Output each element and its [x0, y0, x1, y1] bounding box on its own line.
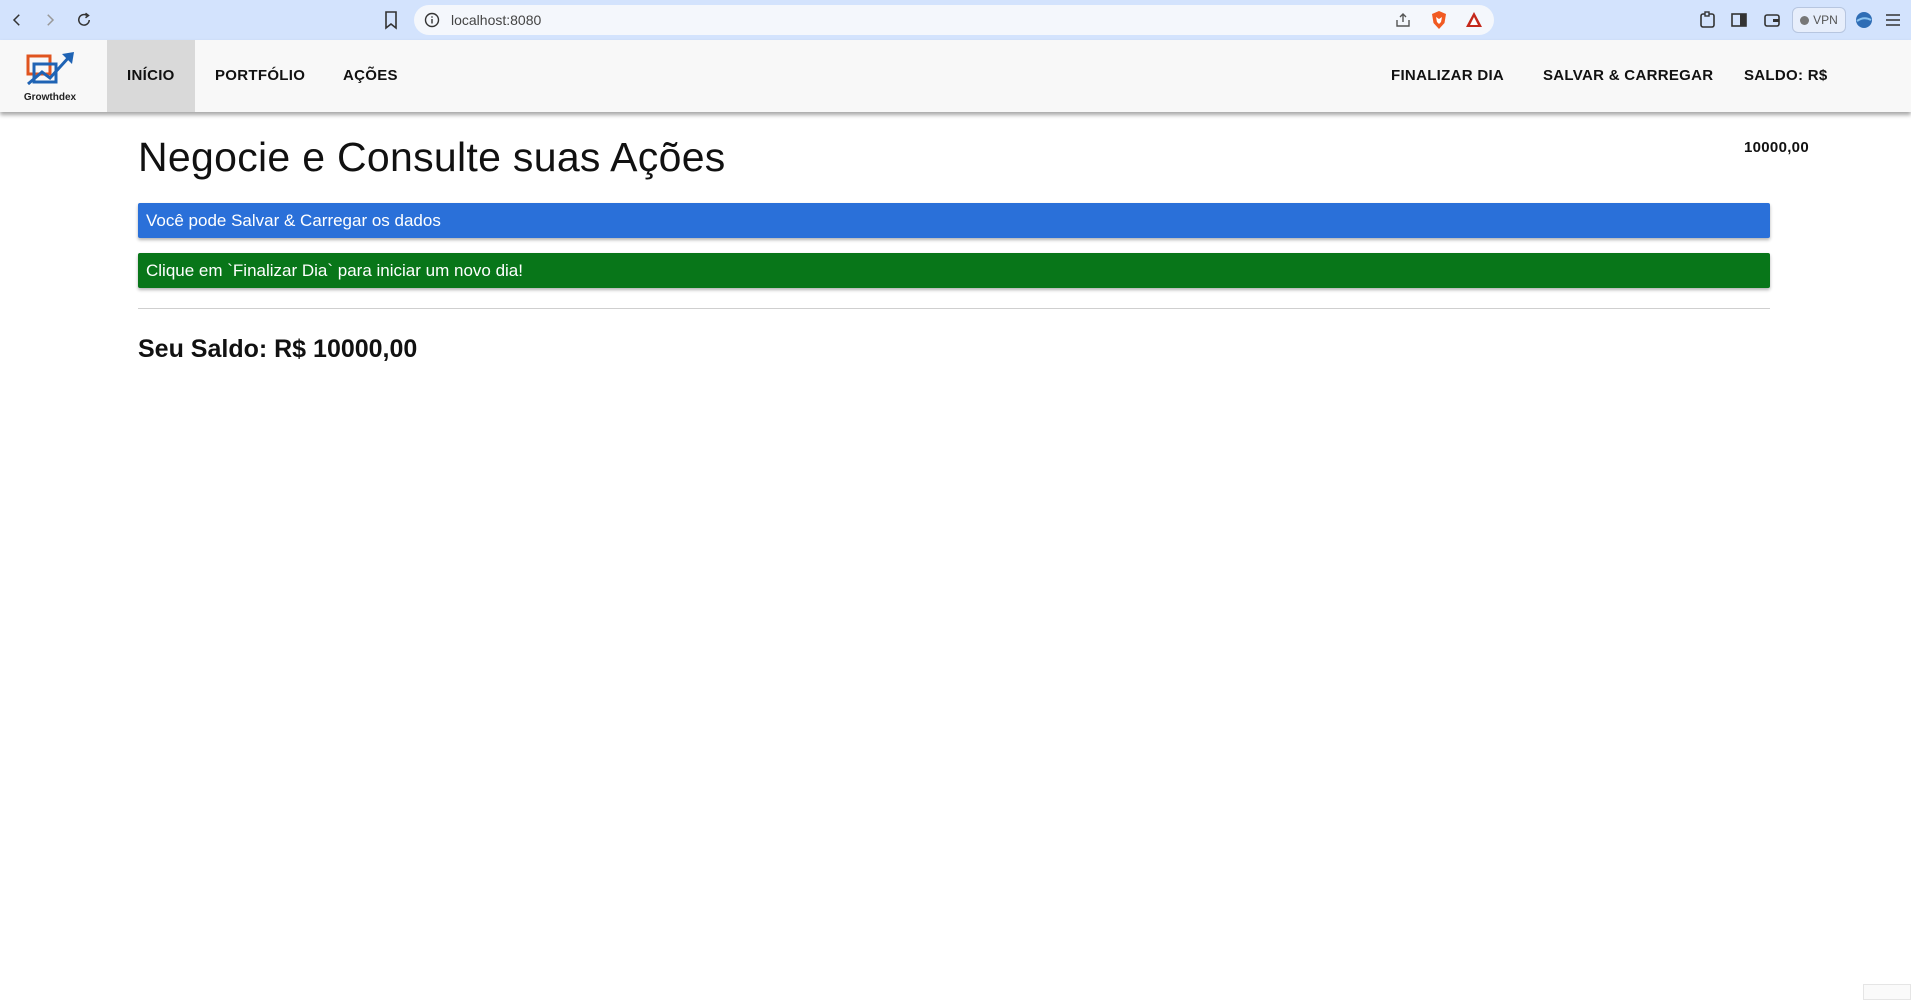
info-alert: Você pode Salvar & Carregar os dados	[138, 203, 1770, 238]
reload-button[interactable]	[72, 8, 96, 32]
logo-text: Growthdex	[23, 92, 77, 103]
vpn-button[interactable]: VPN	[1792, 7, 1846, 33]
app-navbar: Growthdex INÍCIO PORTFÓLIO AÇÕES FINALIZ…	[0, 40, 1911, 156]
nav-acoes[interactable]: AÇÕES	[323, 40, 418, 112]
nav-portfolio[interactable]: PORTFÓLIO	[195, 40, 325, 112]
corner-badge	[1863, 984, 1911, 1000]
growth-chart-logo-icon	[26, 52, 74, 86]
brave-shield-icon[interactable]	[1429, 10, 1449, 30]
back-button[interactable]	[5, 8, 29, 32]
nav-saldo[interactable]: SALDO: R$ 10000,00	[1724, 40, 1911, 156]
growthdex-logo[interactable]: Growthdex	[18, 48, 82, 108]
url-text: localhost:8080	[451, 12, 542, 28]
divider	[138, 308, 1770, 309]
info-icon[interactable]	[424, 12, 440, 28]
reload-icon	[78, 12, 90, 26]
forward-button[interactable]	[38, 8, 62, 32]
forward-icon	[47, 14, 55, 26]
balance-heading: Seu Saldo: R$ 10000,00	[138, 335, 418, 363]
nav-finalizar-dia[interactable]: FINALIZAR DIA	[1371, 40, 1524, 112]
main-content: Negocie e Consulte suas Ações Você pode …	[138, 112, 1770, 364]
address-bar[interactable]: localhost:8080	[414, 5, 1494, 35]
bookmark-button[interactable]	[382, 10, 400, 30]
browser-toolbar: localhost:8080 VPN	[0, 0, 1911, 40]
bookmark-icon	[385, 11, 397, 30]
menu-icon[interactable]	[1883, 10, 1903, 30]
share-icon[interactable]	[1394, 11, 1412, 29]
sidebar-icon[interactable]	[1729, 10, 1749, 30]
page-title: Negocie e Consulte suas Ações	[138, 134, 726, 180]
nav-salvar-carregar[interactable]: SALVAR & CARREGAR	[1523, 40, 1733, 112]
vpn-label: VPN	[1813, 13, 1838, 27]
vpn-status-dot	[1800, 15, 1810, 25]
success-alert: Clique em `Finalizar Dia` para iniciar u…	[138, 253, 1770, 288]
back-icon	[12, 14, 20, 26]
profile-icon[interactable]	[1854, 10, 1874, 30]
extensions-icon[interactable]	[1698, 10, 1718, 30]
brave-rewards-icon[interactable]	[1464, 10, 1484, 30]
nav-inicio[interactable]: INÍCIO	[107, 40, 195, 112]
wallet-icon[interactable]	[1762, 10, 1782, 30]
